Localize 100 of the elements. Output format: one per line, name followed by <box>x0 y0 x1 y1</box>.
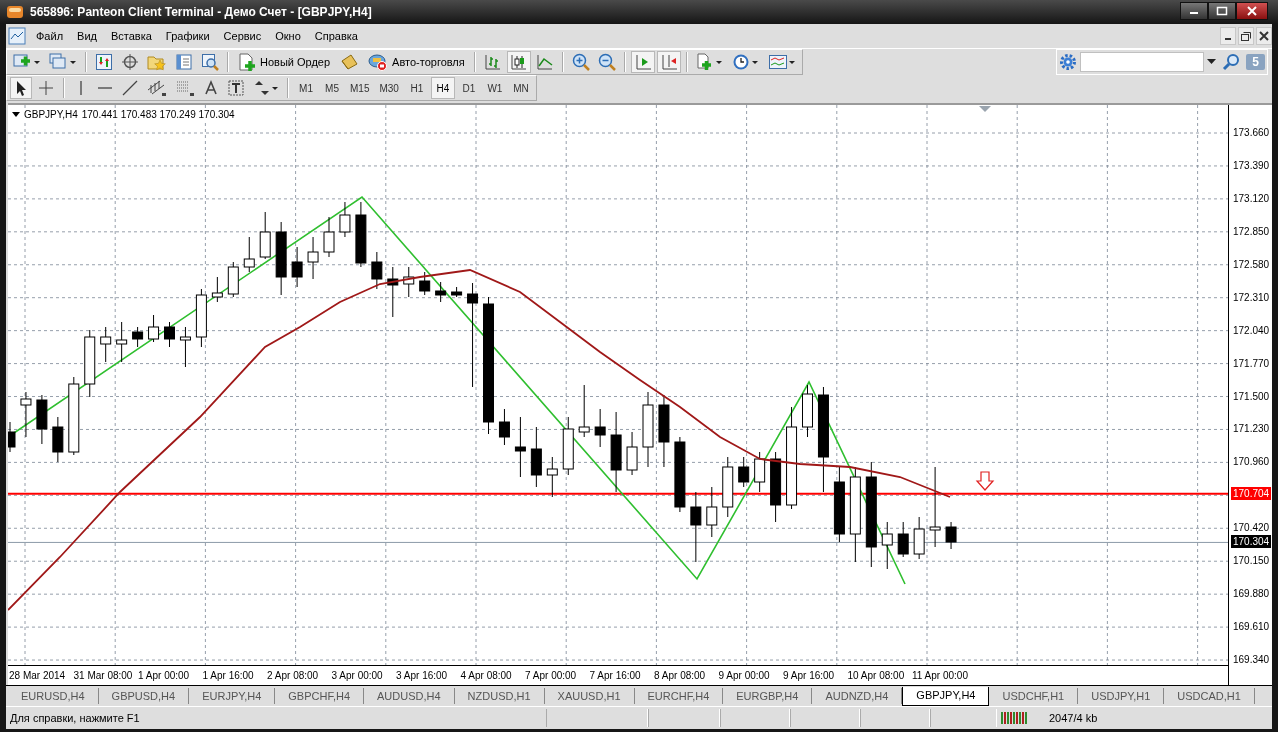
chart-tab[interactable]: NZDUSD,H1 <box>454 688 545 704</box>
time-axis-label: 3 Apr 00:00 <box>330 669 384 681</box>
settings-icon[interactable] <box>1059 53 1078 71</box>
robot-stop-icon <box>368 53 389 71</box>
timeframe-button[interactable]: H4 <box>430 77 455 99</box>
auto-trading-button[interactable]: Авто-торговля <box>364 51 469 73</box>
chart-tab[interactable]: EURJPY,H4 <box>189 688 276 704</box>
chart-tab[interactable]: GBPUSD,H4 <box>98 688 190 704</box>
chart-shift-button[interactable] <box>656 51 681 73</box>
new-order-button[interactable]: Новый Ордер <box>234 51 335 73</box>
candlestick <box>20 391 32 438</box>
menu-item[interactable]: Сервис <box>221 30 270 42</box>
candlestick <box>897 521 909 558</box>
cursor-button[interactable] <box>10 77 32 99</box>
candlestick <box>945 521 957 550</box>
time-axis-label: 1 Apr 16:00 <box>201 669 255 681</box>
chart-tab[interactable]: EURCHF,H4 <box>634 688 724 704</box>
time-axis-label: 9 Apr 16:00 <box>782 669 836 681</box>
candlestick <box>770 451 782 523</box>
chart-ohlc-values: 170.441 170.483 170.249 170.304 <box>81 109 235 120</box>
down-arrow-icon <box>975 471 995 491</box>
candlestick <box>913 516 925 560</box>
connection-bars-icon <box>1001 711 1027 725</box>
app-logo-icon <box>6 4 24 20</box>
time-axis-label: 1 Apr 00:00 <box>137 669 191 681</box>
candlestick <box>578 384 590 438</box>
candlestick <box>291 246 303 288</box>
candlestick <box>179 326 191 368</box>
candlestick <box>307 236 319 280</box>
autoscroll-button[interactable] <box>630 51 655 73</box>
price-axis-label: 172.310 <box>1233 290 1270 305</box>
price-axis-label: 171.230 <box>1233 422 1270 437</box>
price-tag: 170.704 <box>1231 486 1272 500</box>
candlestick <box>371 251 383 290</box>
chart-tab[interactable]: USDCAD,H1 <box>1164 688 1255 704</box>
price-axis-label: 171.770 <box>1233 356 1270 371</box>
candlestick <box>498 408 510 446</box>
timeframe-button[interactable]: M1 <box>294 77 318 99</box>
close-icon <box>1259 31 1269 41</box>
menu-item[interactable]: Графики <box>163 30 218 42</box>
timeframe-button[interactable]: M30 <box>375 77 403 99</box>
candlestick <box>100 326 112 363</box>
chart-tab[interactable]: USDJPY,H1 <box>1078 688 1165 704</box>
timeframe-button[interactable]: W1 <box>482 77 507 99</box>
candlestick <box>738 456 750 488</box>
menu-item[interactable]: Вид <box>75 30 105 42</box>
candlestick <box>355 201 367 268</box>
candlestick <box>562 416 574 476</box>
collapse-triangle-icon[interactable] <box>12 111 20 118</box>
menu-item[interactable]: Справка <box>312 30 366 42</box>
close-button[interactable] <box>1236 2 1268 20</box>
candlestick <box>881 521 893 570</box>
menu-item[interactable]: Окно <box>273 30 309 42</box>
candlestick <box>594 408 606 448</box>
chart-tab[interactable]: AUDUSD,H4 <box>364 688 455 704</box>
timeframe-button[interactable]: MN <box>508 77 533 99</box>
candlestick <box>514 416 526 478</box>
chart-tab[interactable]: XAUUSD,H1 <box>544 688 635 704</box>
timeframe-button[interactable]: D1 <box>456 77 481 99</box>
maximize-button[interactable] <box>1208 2 1236 20</box>
candlestick <box>546 456 558 498</box>
timeframe-button[interactable]: M15 <box>346 77 374 99</box>
timeframe-button[interactable]: M5 <box>320 77 344 99</box>
price-axis-label: 170.960 <box>1233 455 1270 470</box>
candlestick <box>36 394 48 445</box>
price-axis-label: 172.580 <box>1233 257 1270 272</box>
price-axis-label: 169.610 <box>1233 620 1270 635</box>
candlestick <box>259 211 271 260</box>
chart-tab[interactable]: GBPCHF,H4 <box>275 688 364 704</box>
status-panel <box>648 709 720 727</box>
crosshair-icon <box>37 79 55 97</box>
restore-icon <box>1240 30 1252 42</box>
candlestick <box>52 416 64 463</box>
minimize-button[interactable] <box>1180 2 1208 20</box>
status-panel <box>790 709 860 727</box>
shift-marker-icon <box>979 106 991 112</box>
horizontal-line-icon <box>98 87 112 89</box>
price-tag: 170.304 <box>1231 535 1272 549</box>
chart-tab[interactable]: EURGBP,H4 <box>723 688 813 704</box>
price-axis-label: 173.390 <box>1233 158 1270 173</box>
traffic-counter: 2047/4 kb <box>1049 712 1098 724</box>
diagonal-line-icon <box>121 79 139 97</box>
chart-tab[interactable]: GBPJPY,H4 <box>902 687 990 706</box>
chart-tab[interactable]: USDCHF,H1 <box>989 688 1079 704</box>
menu-item[interactable]: Файл <box>34 30 72 42</box>
candlestick <box>84 329 96 398</box>
time-axis-label: 8 Apr 08:00 <box>653 669 707 681</box>
timeframe-button[interactable]: H1 <box>404 77 429 99</box>
maximize-icon <box>1216 6 1228 16</box>
time-axis-label: 31 Mar 08:00 <box>72 669 134 681</box>
candlestick <box>211 276 223 303</box>
candlestick-chart-button[interactable] <box>506 51 531 73</box>
menu-item[interactable]: Вставка <box>108 30 160 42</box>
restore-button[interactable] <box>1238 27 1254 45</box>
chart-tab[interactable]: EURUSD,H4 <box>8 688 99 704</box>
price-axis-label: 171.500 <box>1233 389 1270 404</box>
candlestick <box>8 421 16 453</box>
window-title: 565896: Panteon Client Terminal - Демо Счет - [GBPJPY,H4] <box>30 5 372 19</box>
search-field[interactable] <box>1080 52 1205 72</box>
dropdown-arrow-icon[interactable] <box>1207 59 1217 65</box>
